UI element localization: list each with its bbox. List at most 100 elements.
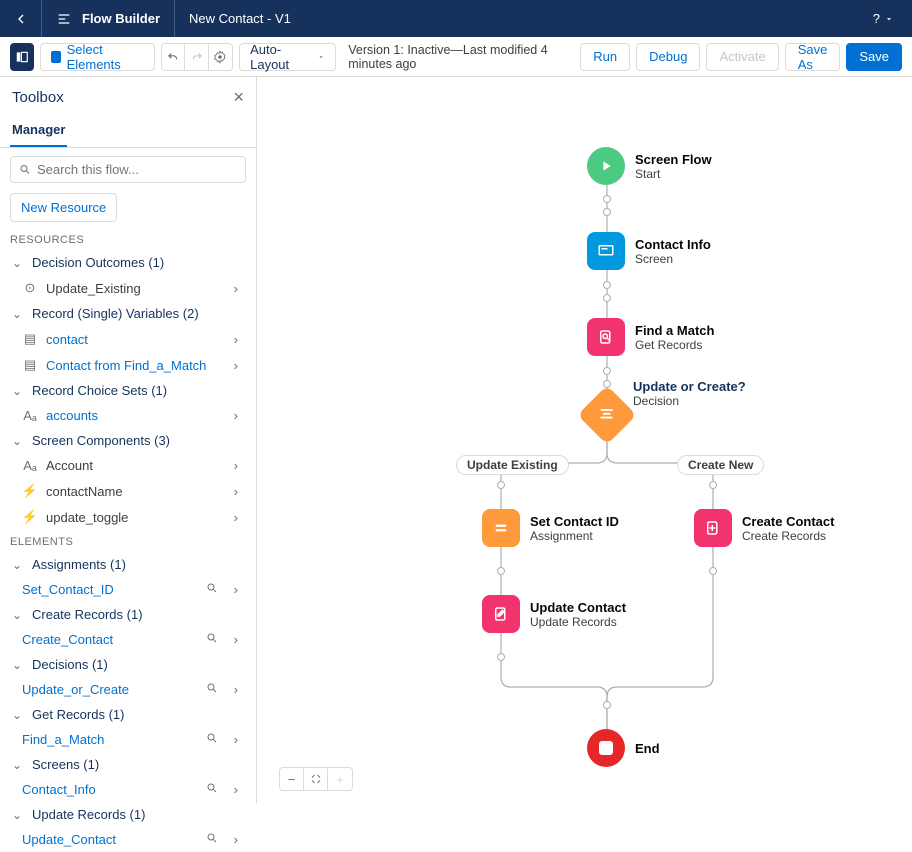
connector-dot[interactable] xyxy=(497,481,505,489)
chevron-down-icon: ⌄ xyxy=(10,608,24,622)
chevron-right-icon[interactable]: › xyxy=(230,510,242,525)
chevron-right-icon[interactable]: › xyxy=(230,281,242,296)
resource-item-contactname[interactable]: ⚡ contactName › xyxy=(0,478,256,504)
connector-dot[interactable] xyxy=(709,481,717,489)
select-elements-button[interactable]: Select Elements xyxy=(40,43,155,71)
search-input[interactable] xyxy=(37,162,237,177)
resource-item-contact[interactable]: ▤ contact › xyxy=(0,326,256,352)
search-icon[interactable] xyxy=(202,582,222,597)
toggle-toolbox-button[interactable] xyxy=(10,43,34,71)
category-update-records[interactable]: ⌄ Update Records (1) xyxy=(0,802,256,827)
branch-create-new[interactable]: Create New xyxy=(677,455,764,475)
element-item-set-contact-id[interactable]: Set_Contact_ID › xyxy=(0,577,256,602)
node-title: Update or Create? xyxy=(633,379,746,394)
create-records-icon xyxy=(704,519,722,537)
category-record-variables[interactable]: ⌄ Record (Single) Variables (2) xyxy=(0,301,256,326)
category-screen-components[interactable]: ⌄ Screen Components (3) xyxy=(0,428,256,453)
chevron-right-icon[interactable]: › xyxy=(230,632,242,647)
category-screens[interactable]: ⌄ Screens (1) xyxy=(0,752,256,777)
node-start[interactable]: Screen Flow Start xyxy=(587,147,712,185)
resource-item-update-toggle[interactable]: ⚡ update_toggle › xyxy=(0,504,256,530)
record-icon: ▤ xyxy=(22,357,38,373)
node-set-contact-id[interactable]: Set Contact ID Assignment xyxy=(482,509,619,547)
connector-dot[interactable] xyxy=(603,380,611,388)
layout-mode-label: Auto-Layout xyxy=(250,42,307,72)
connector-dot[interactable] xyxy=(603,195,611,203)
chevron-right-icon[interactable]: › xyxy=(230,782,242,797)
chevron-right-icon[interactable]: › xyxy=(230,358,242,373)
back-button[interactable] xyxy=(0,0,42,37)
close-toolbox-button[interactable]: × xyxy=(233,87,244,108)
assignment-icon xyxy=(492,519,510,537)
node-create-contact[interactable]: Create Contact Create Records xyxy=(694,509,834,547)
chevron-right-icon[interactable]: › xyxy=(230,682,242,697)
search-icon[interactable] xyxy=(202,832,222,847)
node-contact-info[interactable]: Contact Info Screen xyxy=(587,232,711,270)
branch-update-existing[interactable]: Update Existing xyxy=(456,455,569,475)
node-find-a-match[interactable]: Find a Match Get Records xyxy=(587,318,714,356)
node-decision-label: Update or Create? Decision xyxy=(633,379,746,408)
resource-item-account[interactable]: Aₐ Account › xyxy=(0,453,256,478)
category-assignments[interactable]: ⌄ Assignments (1) xyxy=(0,552,256,577)
chevron-right-icon[interactable]: › xyxy=(230,408,242,423)
chevron-right-icon[interactable]: › xyxy=(230,732,242,747)
search-icon[interactable] xyxy=(202,682,222,697)
connector-dot[interactable] xyxy=(497,653,505,661)
node-update-or-create[interactable] xyxy=(586,394,628,436)
node-end[interactable]: End xyxy=(587,729,660,767)
node-update-contact[interactable]: Update Contact Update Records xyxy=(482,595,626,633)
chevron-right-icon[interactable]: › xyxy=(230,332,242,347)
toolbox-sidebar: Toolbox × Manager New Resource RESOURCES… xyxy=(0,77,257,803)
resource-item-accounts[interactable]: Aₐ accounts › xyxy=(0,403,256,428)
category-label: Decisions (1) xyxy=(32,657,108,672)
item-label: contactName xyxy=(46,484,123,499)
connector-dot[interactable] xyxy=(497,567,505,575)
redo-button[interactable] xyxy=(185,44,208,70)
search-icon[interactable] xyxy=(202,732,222,747)
connector-dot[interactable] xyxy=(603,208,611,216)
layout-mode-dropdown[interactable]: Auto-Layout xyxy=(239,43,336,71)
category-decisions[interactable]: ⌄ Decisions (1) xyxy=(0,652,256,677)
flow-canvas[interactable]: Screen Flow Start Contact Info Screen Fi… xyxy=(257,77,912,803)
item-label: update_toggle xyxy=(46,510,128,525)
element-item-update-or-create[interactable]: Update_or_Create › xyxy=(0,677,256,702)
resource-item-contact-from-find[interactable]: ▤ Contact from Find_a_Match › xyxy=(0,352,256,378)
zoom-in-button[interactable]: + xyxy=(328,768,352,790)
chevron-down-icon: ⌄ xyxy=(10,558,24,572)
element-item-find-a-match[interactable]: Find_a_Match › xyxy=(0,727,256,752)
element-item-create-contact[interactable]: Create_Contact › xyxy=(0,627,256,652)
settings-button[interactable] xyxy=(209,44,232,70)
run-button[interactable]: Run xyxy=(580,43,630,71)
connector-dot[interactable] xyxy=(603,281,611,289)
resource-item-update-existing[interactable]: ⊙ Update_Existing › xyxy=(0,275,256,301)
help-button[interactable]: ? xyxy=(855,11,912,26)
category-get-records[interactable]: ⌄ Get Records (1) xyxy=(0,702,256,727)
chevron-right-icon[interactable]: › xyxy=(230,484,242,499)
connector-dot[interactable] xyxy=(603,294,611,302)
category-record-choice-sets[interactable]: ⌄ Record Choice Sets (1) xyxy=(0,378,256,403)
element-item-update-contact[interactable]: Update_Contact › xyxy=(0,827,256,852)
tab-manager[interactable]: Manager xyxy=(10,114,67,147)
save-as-button[interactable]: Save As xyxy=(785,43,841,71)
connector-dot[interactable] xyxy=(603,367,611,375)
item-label: contact xyxy=(46,332,88,347)
save-button[interactable]: Save xyxy=(846,43,902,71)
undo-button[interactable] xyxy=(162,44,185,70)
chevron-right-icon[interactable]: › xyxy=(230,582,242,597)
chevron-right-icon[interactable]: › xyxy=(230,458,242,473)
node-title: Create Contact xyxy=(742,514,834,529)
search-icon[interactable] xyxy=(202,632,222,647)
zoom-out-button[interactable]: − xyxy=(280,768,304,790)
text-icon: Aₐ xyxy=(22,408,38,423)
connector-dot[interactable] xyxy=(603,701,611,709)
search-icon[interactable] xyxy=(202,782,222,797)
category-create-records[interactable]: ⌄ Create Records (1) xyxy=(0,602,256,627)
category-decision-outcomes[interactable]: ⌄ Decision Outcomes (1) xyxy=(0,250,256,275)
debug-button[interactable]: Debug xyxy=(636,43,700,71)
search-input-wrapper[interactable] xyxy=(10,156,246,183)
element-item-contact-info[interactable]: Contact_Info › xyxy=(0,777,256,802)
chevron-right-icon[interactable]: › xyxy=(230,832,242,847)
new-resource-button[interactable]: New Resource xyxy=(10,193,117,222)
zoom-fit-button[interactable] xyxy=(304,768,328,790)
connector-dot[interactable] xyxy=(709,567,717,575)
